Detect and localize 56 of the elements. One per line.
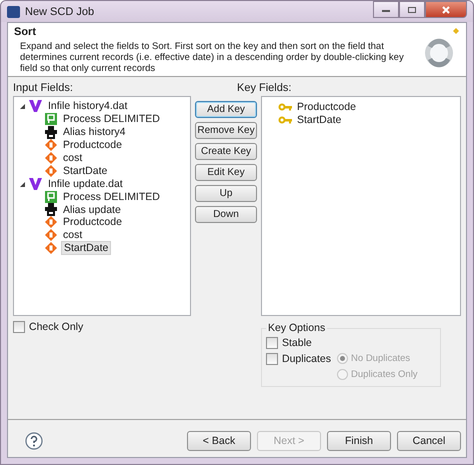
- key-button[interactable]: Up: [195, 185, 257, 202]
- window-title: New SCD Job: [25, 6, 94, 18]
- field-icon: [45, 216, 57, 228]
- tree-item[interactable]: StartDate: [61, 164, 110, 177]
- infile-icon: [29, 100, 42, 112]
- key-icon: [278, 102, 292, 112]
- field-icon: [45, 229, 57, 242]
- key-fields-label: Key Fields:: [237, 82, 292, 96]
- maximize-icon: [407, 6, 417, 14]
- expand-toggle-icon[interactable]: [18, 180, 26, 188]
- key-field-item[interactable]: StartDate: [295, 114, 344, 126]
- key-icon: [278, 114, 292, 124]
- expand-toggle-icon[interactable]: [18, 102, 26, 110]
- field-icon: [45, 152, 57, 164]
- page-description: Expand and select the fields to Sort. First sort on the key and then sort on the field that determines current records (i.e. effective date) in a descending order by double-clicking key field so that only current records: [19, 41, 405, 74]
- app-logo-icon: [7, 6, 20, 18]
- input-fields-label: Input Fields:: [13, 82, 74, 96]
- alias-icon: [45, 126, 57, 139]
- maximize-button[interactable]: [399, 1, 425, 18]
- help-icon[interactable]: [25, 432, 43, 450]
- tree-item[interactable]: StartDate: [61, 241, 112, 256]
- tree-item[interactable]: Productcode: [61, 216, 124, 228]
- wizard-button[interactable]: Finish: [327, 431, 391, 451]
- tree-item[interactable]: Infile history4.dat: [46, 100, 130, 112]
- key-options-title: Key Options: [266, 322, 328, 334]
- refresh-icon: [422, 26, 462, 70]
- tree-item[interactable]: Infile update.dat: [46, 178, 125, 190]
- key-button[interactable]: Edit Key: [195, 164, 257, 181]
- key-button[interactable]: Add Key: [195, 101, 257, 118]
- tree-item[interactable]: Process DELIMITED: [61, 190, 162, 203]
- key-button[interactable]: Create Key: [195, 143, 257, 160]
- minimize-button[interactable]: [373, 1, 399, 18]
- field-icon: [45, 164, 57, 177]
- tree-item[interactable]: cost: [61, 229, 84, 242]
- tree-item[interactable]: Process DELIMITED: [61, 113, 162, 126]
- tree-item[interactable]: Alias history4: [61, 126, 128, 138]
- stable-checkbox[interactable]: Stable: [266, 335, 436, 350]
- process-icon: [45, 113, 57, 126]
- close-button[interactable]: [425, 1, 467, 18]
- alias-icon: [45, 203, 57, 216]
- close-icon: [441, 6, 451, 14]
- tree-item[interactable]: cost: [61, 152, 84, 164]
- wizard-button[interactable]: < Back: [187, 431, 251, 451]
- wizard-button[interactable]: Cancel: [397, 431, 461, 451]
- infile-icon: [29, 178, 42, 190]
- key-button[interactable]: Down: [195, 206, 257, 223]
- page-title: Sort: [14, 26, 37, 38]
- field-icon: [45, 139, 57, 152]
- tree-item[interactable]: Productcode: [61, 139, 124, 152]
- key-button[interactable]: Remove Key: [195, 122, 257, 139]
- field-icon: [45, 242, 57, 254]
- check-only-checkbox[interactable]: Check Only: [13, 319, 261, 334]
- key-field-item[interactable]: Productcode: [295, 100, 358, 112]
- process-icon: [45, 190, 57, 203]
- tree-item[interactable]: Alias update: [61, 204, 123, 216]
- duplicates-checkbox[interactable]: Duplicates: [266, 351, 332, 366]
